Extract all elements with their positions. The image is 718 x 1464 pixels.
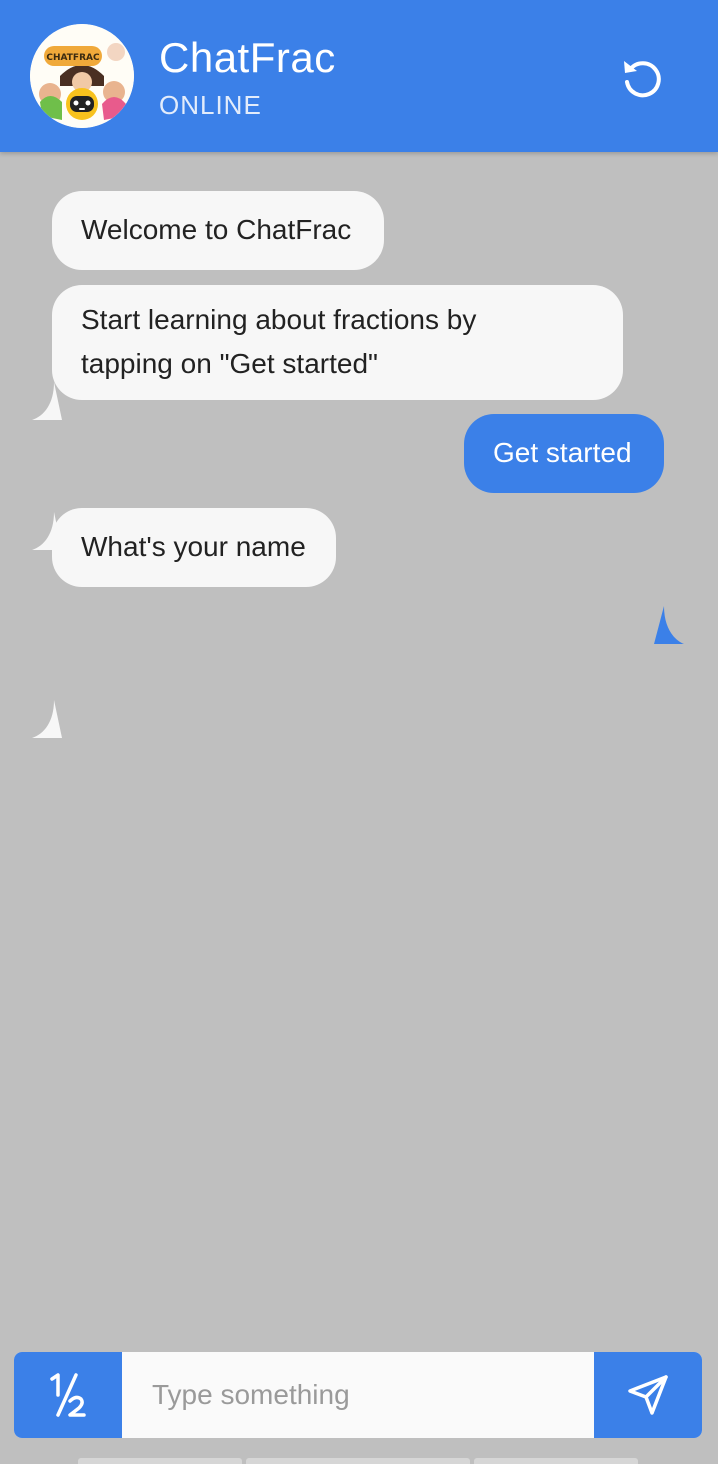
bot-message: Welcome to ChatFrac: [52, 191, 384, 270]
message-composer: [14, 1352, 702, 1438]
fraction-button[interactable]: [14, 1352, 122, 1438]
message-list[interactable]: Welcome to ChatFrac Start learning about…: [0, 152, 718, 1332]
message-text: Get started: [493, 437, 632, 468]
suggestion-tab: [474, 1458, 638, 1464]
avatar[interactable]: CHATFRAC: [30, 24, 134, 128]
chat-app: CHATFRAC ChatFrac ONLINE Welcome to Chat…: [0, 0, 718, 1464]
bot-message: Start learning about fractions by tappin…: [52, 285, 623, 400]
message-text-line: Start learning about fractions by: [81, 304, 477, 335]
keyboard-suggestion-strip: [0, 1456, 718, 1464]
message-text: What's your name: [81, 531, 306, 562]
refresh-icon: [624, 61, 661, 98]
message-input[interactable]: [122, 1352, 594, 1438]
send-icon: [628, 1375, 668, 1415]
bot-message: What's your name: [52, 508, 336, 587]
suggestion-tab: [78, 1458, 242, 1464]
bubble-tail: [654, 606, 684, 644]
bubble-tail: [32, 700, 62, 738]
app-header: CHATFRAC ChatFrac ONLINE: [0, 0, 718, 152]
online-status: ONLINE: [159, 90, 262, 120]
chatfrac-logo-image: CHATFRAC: [30, 24, 134, 128]
fraction-half-icon: [50, 1373, 86, 1417]
suggestion-tab: [246, 1458, 470, 1464]
logo-text: CHATFRAC: [46, 53, 100, 63]
reset-chat-button[interactable]: [612, 50, 672, 106]
user-message: Get started: [464, 414, 664, 493]
app-title: ChatFrac: [159, 34, 336, 81]
message-text: Welcome to ChatFrac: [81, 214, 352, 245]
message-text-line: tapping on "Get started": [81, 348, 378, 379]
send-button[interactable]: [594, 1352, 702, 1438]
